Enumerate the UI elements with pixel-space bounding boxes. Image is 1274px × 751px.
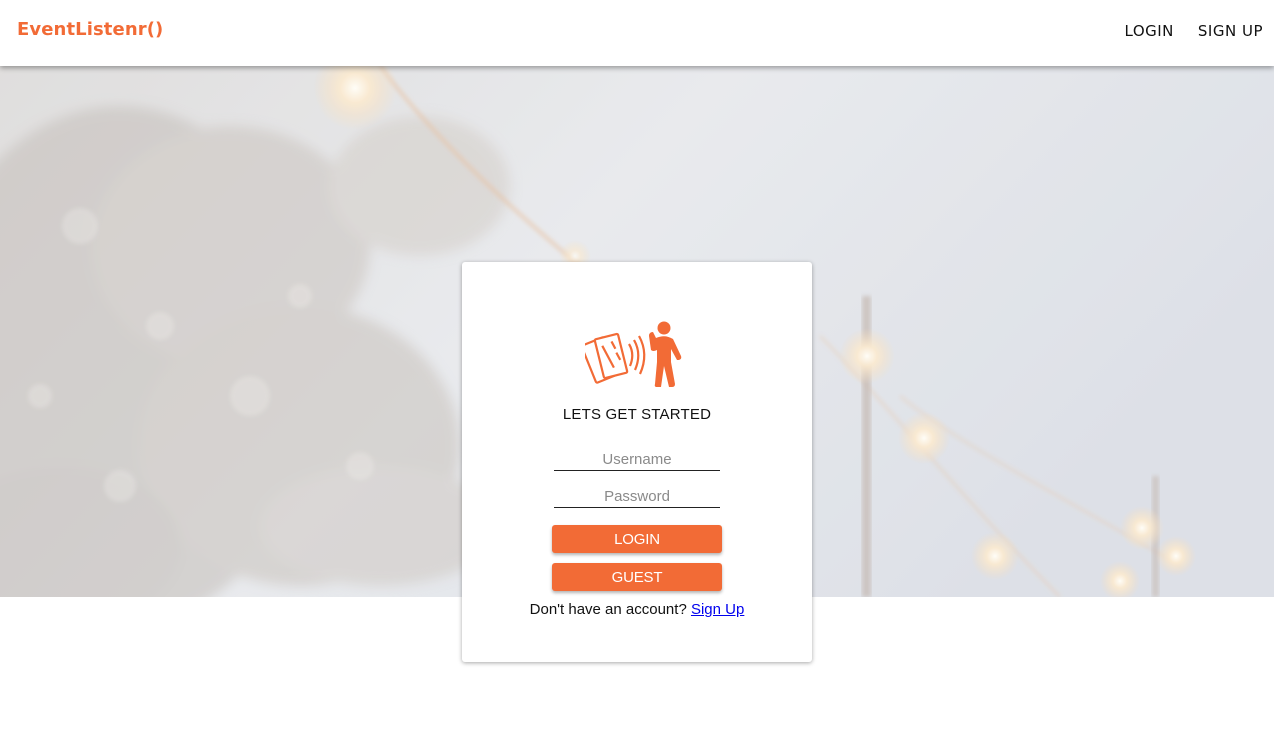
signup-prompt-text: Don't have an account? <box>529 601 687 618</box>
top-navbar: EventListenr() LOGIN SIGN UP <box>0 0 1274 66</box>
nav-links: LOGIN SIGN UP <box>1125 22 1264 40</box>
nav-login-link[interactable]: LOGIN <box>1125 22 1174 40</box>
password-input[interactable] <box>554 485 720 508</box>
login-button[interactable]: LOGIN <box>552 525 722 553</box>
nav-signup-link[interactable]: SIGN UP <box>1198 22 1263 40</box>
tickets-and-person-icon <box>585 321 682 387</box>
card-heading: LETS GET STARTED <box>562 406 712 423</box>
guest-button[interactable]: GUEST <box>552 563 722 591</box>
brand-logo-link[interactable]: EventListenr() <box>17 19 163 40</box>
login-card: LETS GET STARTED LOGIN GUEST Don't have … <box>462 262 812 662</box>
signup-prompt: Don't have an account? Sign Up <box>462 601 812 618</box>
username-input[interactable] <box>554 448 720 471</box>
signup-link[interactable]: Sign Up <box>691 601 744 618</box>
